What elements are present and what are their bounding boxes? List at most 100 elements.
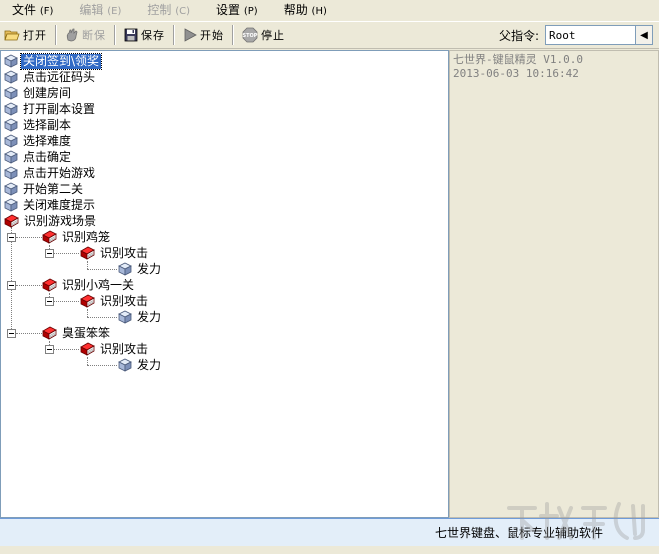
- tree-node-label: 识别攻击: [100, 341, 149, 356]
- datetime-text: 2013-06-03 10:16:42: [453, 67, 579, 80]
- info-panel: 七世界-键鼠精灵 V1.0.0 2013-06-03 10:16:42: [449, 50, 659, 518]
- tree-node[interactable]: 识别攻击: [79, 293, 150, 309]
- cube-icon: [4, 54, 18, 68]
- parent-command-value: Root: [549, 28, 576, 42]
- toolbar-separator: [114, 25, 116, 45]
- disconnect-button[interactable]: 断保: [61, 23, 110, 47]
- tree-node-label: 发力: [137, 261, 162, 276]
- tree-node[interactable]: 发力: [118, 357, 163, 373]
- menu-help-label: 帮助: [283, 3, 308, 17]
- tree-node[interactable]: 点击开始游戏: [4, 165, 97, 181]
- app-version-text: 七世界-键鼠精灵 V1.0.0: [453, 53, 583, 66]
- red-book-icon: [41, 230, 57, 244]
- tree-node-label: 点击开始游戏: [23, 165, 96, 180]
- tree-node[interactable]: 关闭难度提示: [4, 197, 97, 213]
- menu-control[interactable]: 控制 (C): [143, 0, 194, 20]
- tree-node-label: 发力: [137, 309, 162, 324]
- command-tree[interactable]: 关闭签到\领奖 点击远征码头 创建房间 打开副本设置 选择副本 选择难度 点击确…: [0, 50, 449, 518]
- cube-icon: [4, 118, 18, 132]
- menu-settings-label: 设置: [216, 3, 241, 17]
- open-button[interactable]: 打开: [0, 23, 51, 47]
- tree-node-label: 发力: [137, 357, 162, 372]
- tree-collapse-toggle[interactable]: [45, 249, 54, 258]
- tree-node-label: 开始第二关: [23, 181, 84, 196]
- cube-icon: [4, 86, 18, 100]
- menu-help[interactable]: 帮助 (H): [280, 0, 331, 20]
- tree-node-label: 识别小鸡一关: [62, 277, 135, 292]
- menu-control-key: (C): [175, 6, 191, 17]
- menu-settings-key: (P): [243, 6, 258, 17]
- tree-node[interactable]: 点击确定: [4, 149, 73, 165]
- tree-node-label: 创建房间: [23, 85, 72, 100]
- save-button[interactable]: 保存: [120, 23, 169, 47]
- tree-node[interactable]: 识别攻击: [79, 341, 150, 357]
- tree-node-label: 臭蛋笨笨: [62, 325, 111, 340]
- combo-arrow-icon[interactable]: ◀: [635, 26, 652, 44]
- start-button[interactable]: 开始: [179, 23, 228, 47]
- menu-file[interactable]: 文件 (F): [8, 0, 57, 20]
- folder-open-icon: [4, 30, 20, 41]
- stop-button[interactable]: STOP 停止: [238, 23, 289, 47]
- red-book-icon: [79, 342, 95, 356]
- status-bar: 七世界键盘、鼠标专业辅助软件: [0, 518, 659, 546]
- tree-node-label: 点击确定: [23, 149, 72, 164]
- tree-node-label: 关闭签到\领奖: [19, 52, 103, 70]
- hand-icon: [66, 28, 78, 42]
- tree-node[interactable]: 臭蛋笨笨: [41, 325, 112, 341]
- parent-command-combo[interactable]: Root ◀: [545, 25, 653, 45]
- red-book-icon: [3, 214, 19, 228]
- cube-icon: [118, 310, 132, 324]
- menu-edit-key: (E): [107, 6, 122, 17]
- toolbar-separator: [232, 25, 234, 45]
- red-book-icon: [79, 246, 95, 260]
- toolbar-separator: [55, 25, 57, 45]
- tree-node[interactable]: 识别攻击: [79, 245, 150, 261]
- tree-collapse-toggle[interactable]: [7, 281, 16, 290]
- tree-node-label: 选择难度: [23, 133, 72, 148]
- tree-node[interactable]: 识别鸡笼: [41, 229, 112, 245]
- menu-help-key: (H): [311, 6, 327, 17]
- tree-node[interactable]: 发力: [118, 309, 163, 325]
- tree-node[interactable]: 识别小鸡一关: [41, 277, 136, 293]
- cube-icon: [4, 70, 18, 84]
- tree-node[interactable]: 关闭签到\领奖: [4, 52, 103, 70]
- tree-collapse-toggle[interactable]: [7, 329, 16, 338]
- stop-button-label: 停止: [261, 29, 285, 42]
- menu-edit[interactable]: 编辑 (E): [75, 0, 125, 20]
- status-text: 七世界键盘、鼠标专业辅助软件: [434, 526, 603, 540]
- tree-node[interactable]: 发力: [118, 261, 163, 277]
- cube-icon: [4, 102, 18, 116]
- tree-collapse-toggle[interactable]: [45, 345, 54, 354]
- cube-icon: [4, 150, 18, 164]
- cube-icon: [4, 166, 18, 180]
- tree-node[interactable]: 开始第二关: [4, 181, 85, 197]
- tree-collapse-toggle[interactable]: [45, 297, 54, 306]
- tree-node-label: 打开副本设置: [23, 101, 96, 116]
- tree-collapse-toggle[interactable]: [7, 233, 16, 242]
- tree-node[interactable]: 选择难度: [4, 133, 73, 149]
- cube-icon: [4, 182, 18, 196]
- red-book-icon: [79, 294, 95, 308]
- cube-icon: [118, 358, 132, 372]
- tree-node[interactable]: 点击远征码头: [4, 69, 97, 85]
- menu-control-label: 控制: [147, 3, 172, 17]
- tree-node[interactable]: 选择副本: [4, 117, 73, 133]
- toolbar: 打开 断保 保存 开始 STOP 停止 父指令: Root ◀: [0, 21, 659, 49]
- tree-node-label: 点击远征码头: [23, 69, 96, 84]
- save-button-label: 保存: [141, 29, 165, 42]
- menu-bar: 文件 (F) 编辑 (E) 控制 (C) 设置 (P) 帮助 (H): [0, 0, 659, 20]
- cube-icon: [118, 262, 132, 276]
- open-button-label: 打开: [23, 29, 47, 42]
- menu-settings[interactable]: 设置 (P): [212, 0, 262, 20]
- red-book-icon: [41, 326, 57, 340]
- tree-node[interactable]: 识别游戏场景: [3, 213, 98, 229]
- red-book-icon: [41, 278, 57, 292]
- tree-node[interactable]: 打开副本设置: [4, 101, 97, 117]
- stop-sign-icon: STOP: [243, 27, 258, 43]
- tree-node-label: 关闭难度提示: [23, 197, 96, 212]
- disconnect-button-label: 断保: [82, 29, 106, 42]
- floppy-disk-icon: [124, 28, 138, 42]
- tree-node[interactable]: 创建房间: [4, 85, 73, 101]
- menu-edit-label: 编辑: [79, 3, 104, 17]
- stop-sign-text: STOP: [243, 33, 258, 39]
